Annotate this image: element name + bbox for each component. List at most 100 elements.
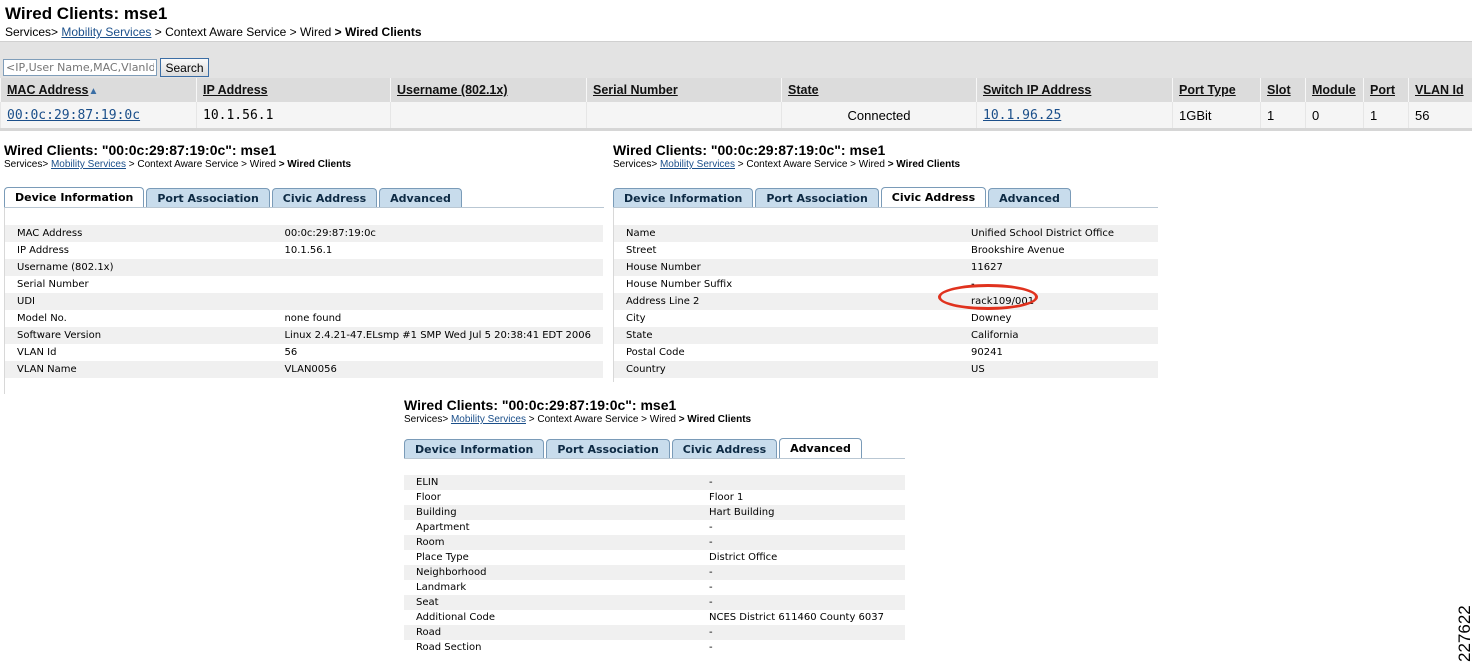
detail-row: VLAN Id 56	[5, 344, 603, 361]
detail-row: Address Line 2 rack109/001	[614, 293, 1158, 310]
detail-value: -	[697, 640, 905, 655]
breadcrumb-services: Services>	[404, 414, 449, 425]
detail-value: -	[959, 276, 1158, 293]
tab-advanced[interactable]: Advanced	[379, 188, 462, 208]
detail-value: 90241	[959, 344, 1158, 361]
detail-value: -	[697, 535, 905, 550]
breadcrumb-mobility-services-link[interactable]: Mobility Services	[51, 159, 126, 170]
column-header-port-type[interactable]: Port Type	[1172, 78, 1261, 102]
detail-value: rack109/001	[959, 293, 1158, 310]
mac-address-link[interactable]: 00:0c:29:87:19:0c	[7, 108, 140, 123]
column-header-mac-address[interactable]: MAC Address▲	[0, 78, 197, 102]
table-row: 00:0c:29:87:19:0c 10.1.56.1 Connected 10…	[0, 102, 1472, 131]
detail-row: Floor Floor 1	[404, 490, 905, 505]
breadcrumb-mobility-services-link[interactable]: Mobility Services	[61, 25, 151, 39]
column-header-port[interactable]: Port	[1363, 78, 1409, 102]
tab-device-information[interactable]: Device Information	[613, 188, 754, 208]
tab-divider	[404, 458, 905, 459]
detail-label: State	[614, 327, 959, 344]
detail-label: Postal Code	[614, 344, 959, 361]
cell-slot: 1	[1260, 102, 1306, 131]
switch-ip-link[interactable]: 10.1.96.25	[983, 108, 1061, 123]
civic-address-table: Name Unified School District Office Street…	[614, 225, 1158, 378]
cell-module: 0	[1305, 102, 1364, 131]
detail-label: Building	[404, 505, 697, 520]
detail-row: Serial Number	[5, 276, 603, 293]
detail-row: IP Address 10.1.56.1	[5, 242, 603, 259]
detail-label: Country	[614, 361, 959, 378]
detail-label: Road	[404, 625, 697, 640]
detail-label: Software Version	[5, 327, 273, 344]
tab-civic-address[interactable]: Civic Address	[671, 439, 778, 459]
detail-value: 10.1.56.1	[272, 242, 603, 259]
detail-label: Model No.	[5, 310, 273, 327]
detail-label: Name	[614, 225, 959, 242]
detail-label: ELIN	[404, 475, 697, 490]
column-header-switch-ip[interactable]: Switch IP Address	[976, 78, 1173, 102]
tab-device-information[interactable]: Device Information	[4, 187, 145, 208]
detail-value: 00:0c:29:87:19:0c	[272, 225, 603, 242]
detail-row: Username (802.1x)	[5, 259, 603, 276]
column-header-slot[interactable]: Slot	[1260, 78, 1306, 102]
tab-port-association[interactable]: Port Association	[146, 188, 270, 208]
detail-label: Landmark	[404, 580, 697, 595]
column-header-vlan-id[interactable]: VLAN Id	[1408, 78, 1472, 102]
detail-row: VLAN Name VLAN0056	[5, 361, 603, 378]
tab-device-information[interactable]: Device Information	[404, 439, 545, 459]
breadcrumb-current: > Wired Clients	[334, 25, 422, 39]
detail-value: California	[959, 327, 1158, 344]
detail-row: Additional Code NCES District 611460 Coun…	[404, 610, 905, 625]
detail-label: VLAN Name	[5, 361, 273, 378]
detail-value: Floor 1	[697, 490, 905, 505]
breadcrumb-context-aware: > Context Aware Service	[737, 159, 848, 170]
tab-divider	[4, 207, 604, 208]
detail-value: -	[697, 565, 905, 580]
detail-row: Road -	[404, 625, 905, 640]
breadcrumb-mobility-services-link[interactable]: Mobility Services	[451, 414, 526, 425]
search-button[interactable]: Search	[160, 58, 209, 77]
tab-port-association[interactable]: Port Association	[755, 188, 879, 208]
cell-mac-address[interactable]: 00:0c:29:87:19:0c	[0, 102, 197, 131]
column-header-module[interactable]: Module	[1305, 78, 1364, 102]
tab-civic-address[interactable]: Civic Address	[880, 187, 987, 208]
tab-advanced[interactable]: Advanced	[779, 438, 862, 459]
cell-switch-ip[interactable]: 10.1.96.25	[976, 102, 1173, 131]
column-header-state[interactable]: State	[781, 78, 977, 102]
tab-port-association[interactable]: Port Association	[546, 439, 670, 459]
breadcrumb-context-aware: > Context Aware Service	[128, 159, 239, 170]
panel-title: Wired Clients: "00:0c:29:87:19:0c": mse1	[404, 397, 677, 413]
breadcrumb-services: Services>	[4, 159, 49, 170]
tab-civic-address[interactable]: Civic Address	[271, 188, 378, 208]
search-input[interactable]	[3, 59, 157, 76]
detail-label: IP Address	[5, 242, 273, 259]
breadcrumb-mobility-services-link[interactable]: Mobility Services	[660, 159, 735, 170]
breadcrumb-wired: > Wired	[241, 159, 276, 170]
detail-row: City Downey	[614, 310, 1158, 327]
table-header-row: MAC Address▲ IP Address Username (802.1x…	[0, 78, 1472, 102]
tab-bar: Device Information Port Association Civi…	[613, 187, 1073, 208]
device-info-table: MAC Address 00:0c:29:87:19:0c IP Address 10…	[5, 225, 603, 378]
detail-row: Landmark -	[404, 580, 905, 595]
sort-ascending-icon: ▲	[88, 86, 99, 97]
cell-username	[390, 102, 587, 131]
detail-label: MAC Address	[5, 225, 273, 242]
detail-label: House Number Suffix	[614, 276, 959, 293]
detail-label: City	[614, 310, 959, 327]
detail-value: 11627	[959, 259, 1158, 276]
column-header-username[interactable]: Username (802.1x)	[390, 78, 587, 102]
column-header-serial-number[interactable]: Serial Number	[586, 78, 782, 102]
tab-advanced[interactable]: Advanced	[988, 188, 1071, 208]
detail-label: UDI	[5, 293, 273, 310]
detail-label: Address Line 2	[614, 293, 959, 310]
detail-label: Serial Number	[5, 276, 273, 293]
advanced-panel: Wired Clients: "00:0c:29:87:19:0c": mse1…	[404, 397, 751, 425]
column-header-ip-address[interactable]: IP Address	[196, 78, 391, 102]
detail-label: VLAN Id	[5, 344, 273, 361]
detail-row: Street Brookshire Avenue	[614, 242, 1158, 259]
detail-row: Model No. none found	[5, 310, 603, 327]
panel-title: Wired Clients: "00:0c:29:87:19:0c": mse1	[4, 142, 277, 158]
cell-ip-address: 10.1.56.1	[196, 102, 391, 131]
detail-label: Apartment	[404, 520, 697, 535]
cell-vlan-id: 56	[1408, 102, 1472, 131]
detail-label: Floor	[404, 490, 697, 505]
